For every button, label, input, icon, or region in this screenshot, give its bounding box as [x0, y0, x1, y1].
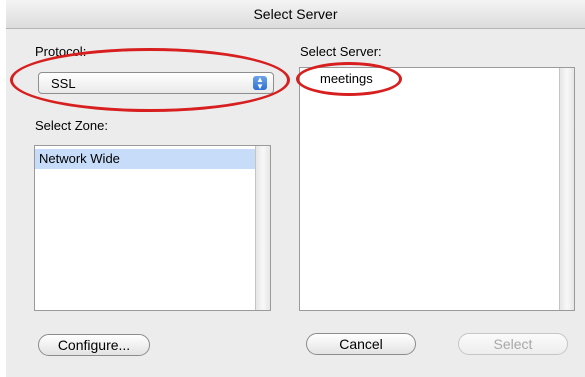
zone-list[interactable]: Network Wide	[34, 145, 271, 311]
protocol-popup[interactable]: SSL ▲ ▼	[38, 72, 274, 94]
protocol-value: SSL	[51, 76, 76, 91]
server-list[interactable]: meetings	[299, 67, 575, 311]
server-label: Select Server:	[300, 44, 382, 59]
protocol-label: Protocol:	[35, 44, 87, 59]
select-server-dialog: Select Server Protocol: SSL ▲ ▼ Select Zo…	[6, 0, 585, 377]
updown-arrows-icon: ▲ ▼	[253, 76, 267, 91]
cancel-button[interactable]: Cancel	[306, 333, 416, 355]
server-item-meetings[interactable]: meetings	[316, 69, 373, 89]
select-button: Select	[458, 333, 568, 355]
zone-label: Select Zone:	[35, 118, 108, 133]
window-title: Select Server	[6, 0, 585, 29]
server-scrollbar[interactable]	[559, 68, 574, 310]
configure-button[interactable]: Configure...	[38, 334, 150, 356]
zone-scrollbar[interactable]	[255, 146, 270, 310]
zone-item-network-wide[interactable]: Network Wide	[35, 149, 257, 169]
